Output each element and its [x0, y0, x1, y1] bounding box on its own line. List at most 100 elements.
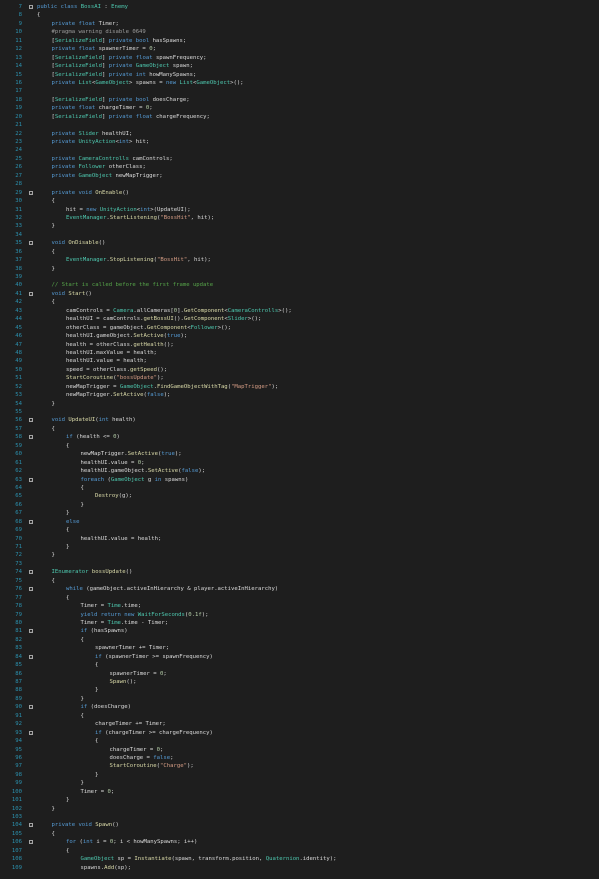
code-line[interactable]: 76 - while (gameObject.activeInHierarchy &…	[0, 585, 599, 593]
code-line[interactable]: 84 - if (spawnerTimer >= spawnFrequency)	[0, 653, 599, 661]
code-line[interactable]: 21	[0, 121, 599, 129]
code-line[interactable]: 12 private float spawnerTimer = 0;	[0, 45, 599, 53]
code-line[interactable]: 10 #pragma warning disable 0649	[0, 28, 599, 36]
code-line[interactable]: 101}	[0, 796, 599, 804]
fold-toggle-icon[interactable]: -	[29, 840, 33, 845]
code-line[interactable]: 105 {	[0, 830, 599, 838]
code-line[interactable]: 9 private float Timer;	[0, 20, 599, 28]
code-line[interactable]: 81 - if (hasSpawns)	[0, 627, 599, 635]
code-line[interactable]: 102}	[0, 805, 599, 813]
code-line[interactable]: 67}	[0, 509, 599, 517]
code-line[interactable]: 56 - void UpdateUI(int health)	[0, 416, 599, 424]
code-line[interactable]: 83 spawnerTimer += Timer;	[0, 644, 599, 652]
code-line[interactable]: 58 - if (health <= 0)	[0, 433, 599, 441]
code-line[interactable]: 73	[0, 560, 599, 568]
code-line[interactable]: 89}	[0, 695, 599, 703]
code-line[interactable]: 87 Spawn();	[0, 678, 599, 686]
code-line[interactable]: 90 - if (doesCharge)	[0, 703, 599, 711]
code-line[interactable]: 86 spawnerTimer = 0;	[0, 670, 599, 678]
code-line[interactable]: 66}	[0, 501, 599, 509]
code-line[interactable]: 38}	[0, 265, 599, 273]
code-line[interactable]: 13 [SerializeField] private float spawnFr…	[0, 54, 599, 62]
code-line[interactable]: 92 chargeTimer += Timer;	[0, 720, 599, 728]
code-line[interactable]: 44 healthUI = camControls.getBossUI().Get…	[0, 315, 599, 323]
code-line[interactable]: 64 {	[0, 484, 599, 492]
fold-toggle-icon[interactable]: -	[29, 570, 33, 575]
code-line[interactable]: 70 healthUI.value = health;	[0, 535, 599, 543]
fold-toggle-icon[interactable]: -	[29, 418, 33, 423]
code-line[interactable]: 54}	[0, 400, 599, 408]
code-line[interactable]: 18 [SerializeField] private bool doesChar…	[0, 96, 599, 104]
code-line[interactable]: 24	[0, 146, 599, 154]
code-editor[interactable]: 7- public class BossAI : Enemy 8{9 private …	[0, 0, 599, 879]
fold-toggle-icon[interactable]: -	[29, 241, 33, 246]
code-line[interactable]: 78 Timer = Time.time;	[0, 602, 599, 610]
code-line[interactable]: 14 [SerializeField] private GameObject sp…	[0, 62, 599, 70]
code-line[interactable]: 85 {	[0, 661, 599, 669]
code-line[interactable]: 62 healthUI.gameObject.SetActive(false);	[0, 467, 599, 475]
code-line[interactable]: 63 - foreach (GameObject g in spawns)	[0, 476, 599, 484]
fold-toggle-icon[interactable]: -	[29, 5, 33, 10]
code-line[interactable]: 65 Destroy(g);	[0, 492, 599, 500]
code-line[interactable]: 104 - private void Spawn()	[0, 821, 599, 829]
fold-toggle-icon[interactable]: -	[29, 705, 33, 710]
code-line[interactable]: 75 {	[0, 577, 599, 585]
code-line[interactable]: 50 speed = otherClass.getSpeed();	[0, 366, 599, 374]
code-line[interactable]: 48 healthUI.maxValue = health;	[0, 349, 599, 357]
code-line[interactable]: 98}	[0, 771, 599, 779]
code-line[interactable]: 106 - for (int i = 0; i < howManySpawns; i…	[0, 838, 599, 846]
code-line[interactable]: 103	[0, 813, 599, 821]
code-line[interactable]: 91 {	[0, 712, 599, 720]
code-line[interactable]: 109 spawns.Add(sp);	[0, 864, 599, 872]
code-line[interactable]: 93 - if (chargeTimer >= chargeFrequency)	[0, 729, 599, 737]
code-line[interactable]: 20 [SerializeField] private float chargeF…	[0, 113, 599, 121]
code-line[interactable]: 69 {	[0, 526, 599, 534]
code-line[interactable]: 15 [SerializeField] private int howManySp…	[0, 71, 599, 79]
code-line[interactable]: 46 healthUI.gameObject.SetActive(true);	[0, 332, 599, 340]
code-line[interactable]: 61 healthUI.value = 0;	[0, 459, 599, 467]
code-line[interactable]: 95 chargeTimer = 0;	[0, 746, 599, 754]
code-line[interactable]: 36 {	[0, 248, 599, 256]
code-line[interactable]: 68 - else	[0, 518, 599, 526]
code-line[interactable]: 52 newMapTrigger = GameObject.FindGameObj…	[0, 383, 599, 391]
code-line[interactable]: 51 StartCoroutine("bossUpdate");	[0, 374, 599, 382]
code-line[interactable]: 47 health = otherClass.getHealth();	[0, 341, 599, 349]
code-line[interactable]: 82 {	[0, 636, 599, 644]
code-line[interactable]: 80 Timer = Time.time - Timer;	[0, 619, 599, 627]
code-line[interactable]: 11 [SerializeField] private bool hasSpawn…	[0, 37, 599, 45]
code-line[interactable]: 108 GameObject sp = Instantiate(spawn, tr…	[0, 855, 599, 863]
fold-toggle-icon[interactable]: -	[29, 654, 33, 659]
code-line[interactable]: 99}	[0, 779, 599, 787]
code-line[interactable]: 77 {	[0, 594, 599, 602]
fold-toggle-icon[interactable]: -	[29, 519, 33, 524]
code-line[interactable]: 100 Timer = 0;	[0, 788, 599, 796]
code-line[interactable]: 7 - public class BossAI : Enemy	[0, 3, 599, 11]
code-line[interactable]: 8{	[0, 11, 599, 19]
code-line[interactable]: 42 {	[0, 298, 599, 306]
code-line[interactable]: 31 hit = new UnityAction<int>(UpdateUI);	[0, 206, 599, 214]
code-line[interactable]: 96 doesCharge = false;	[0, 754, 599, 762]
code-line[interactable]: 59 {	[0, 442, 599, 450]
code-line[interactable]: 35 - void OnDisable()	[0, 239, 599, 247]
fold-toggle-icon[interactable]: -	[29, 730, 33, 735]
fold-toggle-icon[interactable]: -	[29, 291, 33, 296]
fold-toggle-icon[interactable]: -	[29, 435, 33, 440]
code-line[interactable]: 88}	[0, 686, 599, 694]
fold-toggle-icon[interactable]: -	[29, 190, 33, 195]
code-line[interactable]: 17	[0, 87, 599, 95]
code-line[interactable]: 16 private List<GameObject> spawns = new …	[0, 79, 599, 87]
code-line[interactable]: 53 newMapTrigger.SetActive(false);	[0, 391, 599, 399]
fold-toggle-icon[interactable]: -	[29, 587, 33, 592]
code-line[interactable]: 57 {	[0, 425, 599, 433]
code-line[interactable]: 25 private CameraControlls camControls;	[0, 155, 599, 163]
code-line[interactable]: 97 StartCoroutine("Charge");	[0, 762, 599, 770]
code-line[interactable]: 79 yield return new WaitForSeconds(0.1f);	[0, 611, 599, 619]
code-line[interactable]: 33}	[0, 222, 599, 230]
code-line[interactable]: 19 private float chargeTimer = 0;	[0, 104, 599, 112]
code-line[interactable]: 34	[0, 231, 599, 239]
code-line[interactable]: 22 private Slider healthUI;	[0, 130, 599, 138]
code-line[interactable]: 29 - private void OnEnable()	[0, 189, 599, 197]
code-line[interactable]: 72}	[0, 551, 599, 559]
fold-toggle-icon[interactable]: -	[29, 823, 33, 828]
fold-toggle-icon[interactable]: -	[29, 629, 33, 634]
